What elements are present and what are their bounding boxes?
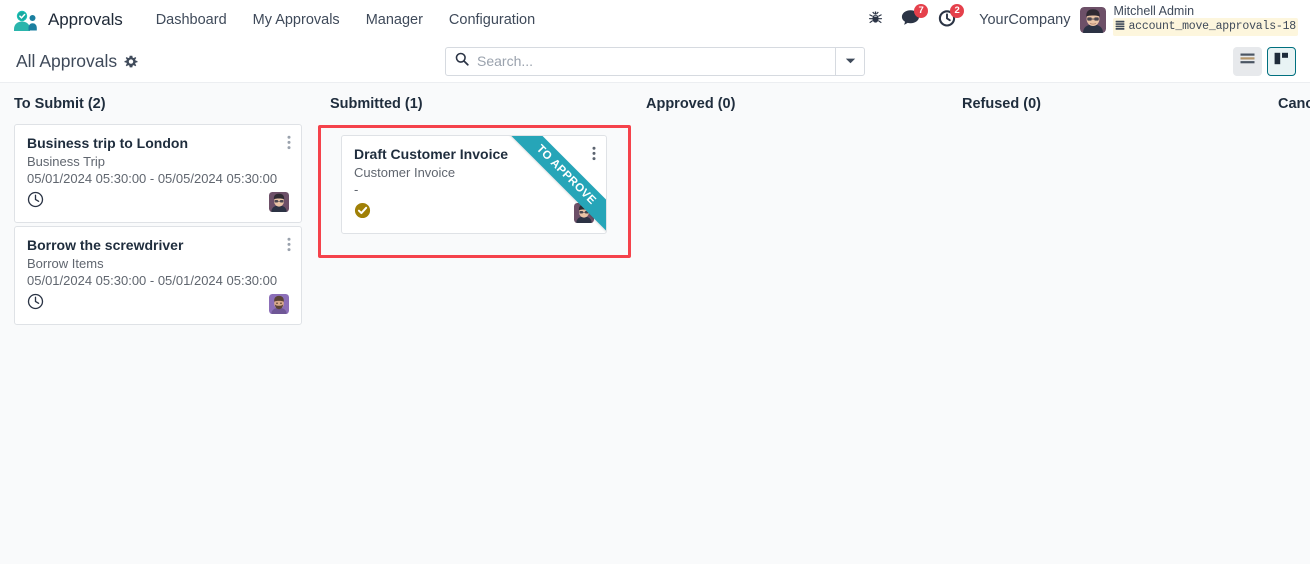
search-icon [455, 52, 469, 71]
card-title: Draft Customer Invoice [354, 146, 509, 162]
menu-item-dashboard[interactable]: Dashboard [143, 6, 240, 34]
bug-icon [868, 10, 883, 30]
kanban-column-submitted: Submitted (1) TO APPROVE Draft Customer … [316, 83, 632, 564]
user-menu[interactable]: Mitchell Admin account_move_approvals-18 [1080, 4, 1300, 36]
kanban-view: To Submit (2) Business trip to London Bu… [0, 83, 1310, 564]
kanban-card-borrow-the-screwdriver[interactable]: Borrow the screwdriver Borrow Items 05/0… [14, 226, 302, 325]
view-switcher [1233, 46, 1296, 76]
messages-counter-badge: 7 [914, 4, 929, 18]
user-name-label: Mitchell Admin [1113, 4, 1195, 19]
clock-icon [27, 191, 44, 213]
column-header-submitted[interactable]: Submitted (1) [330, 93, 618, 124]
column-header-refused[interactable]: Refused (0) [962, 93, 1250, 124]
list-view-icon [1239, 51, 1256, 71]
menu-item-manager[interactable]: Manager [353, 6, 436, 34]
kebab-menu-icon[interactable] [590, 144, 598, 168]
kanban-card-draft-customer-invoice[interactable]: TO APPROVE Draft Customer Invoice Custom… [341, 135, 607, 234]
card-footer [354, 202, 594, 224]
top-navbar: Approvals Dashboard My Approvals Manager… [0, 0, 1310, 40]
column-header-to-submit[interactable]: To Submit (2) [14, 93, 302, 124]
mitchell-admin-avatar[interactable] [574, 203, 594, 223]
kanban-view-button[interactable] [1267, 46, 1296, 76]
approvals-logo-icon [10, 7, 40, 33]
card-footer [27, 293, 289, 315]
activities-counter-badge: 2 [950, 4, 965, 18]
database-icon [1115, 18, 1125, 36]
app-brand-label: Approvals [48, 10, 123, 29]
company-switcher[interactable]: YourCompany [965, 12, 1080, 28]
search-placeholder-text: Search... [477, 53, 534, 69]
card-title: Business trip to London [27, 135, 188, 151]
menu-item-my-approvals[interactable]: My Approvals [240, 6, 353, 34]
card-category: Business Trip [27, 154, 106, 169]
card-category: Borrow Items [27, 256, 104, 271]
list-view-button[interactable] [1233, 46, 1262, 76]
gear-icon[interactable] [124, 53, 138, 69]
user-info: Mitchell Admin account_move_approvals-18 [1113, 4, 1298, 36]
kanban-column-cancelled: Cancelled (0) [1264, 83, 1310, 564]
database-chip: account_move_approvals-18 [1113, 18, 1298, 36]
mitchell-admin-avatar[interactable] [269, 192, 289, 212]
search-view[interactable]: Search... [445, 46, 865, 76]
column-header-approved[interactable]: Approved (0) [646, 93, 934, 124]
column-header-cancelled[interactable]: Cancelled (0) [1278, 93, 1310, 124]
check-circle-icon [354, 202, 371, 224]
database-name-label: account_move_approvals-18 [1128, 19, 1296, 33]
page-title: All Approvals [16, 50, 118, 71]
card-title: Borrow the screwdriver [27, 237, 184, 253]
navbar-right-zone: 7 2 YourCompany Mitchell Admin account_m… [859, 4, 1300, 36]
card-date-range: 05/01/2024 05:30:00 - 05/01/2024 05:30:0… [27, 273, 278, 288]
debug-menu-button[interactable] [859, 5, 892, 35]
kebab-menu-icon[interactable] [285, 133, 293, 157]
user-avatar [1080, 7, 1107, 33]
clock-icon [27, 293, 44, 315]
kanban-column-approved: Approved (0) [632, 83, 948, 564]
card-date-range: 05/01/2024 05:30:00 - 05/05/2024 05:30:0… [27, 171, 278, 186]
kanban-view-icon [1273, 51, 1290, 71]
kanban-card-business-trip-to-london[interactable]: Business trip to London Business Trip 05… [14, 124, 302, 223]
card-category: Customer Invoice [354, 165, 456, 180]
kanban-columns: To Submit (2) Business trip to London Bu… [0, 83, 1310, 564]
main-menu: Dashboard My Approvals Manager Configura… [143, 6, 548, 34]
app-brand-approvals[interactable]: Approvals [8, 7, 129, 33]
search-dropdown-toggle[interactable] [835, 47, 864, 75]
kebab-menu-icon[interactable] [285, 235, 293, 259]
card-date-range: - [354, 182, 359, 197]
control-panel: All Approvals Search... [0, 40, 1310, 83]
marc-demo-avatar[interactable] [269, 294, 289, 314]
kanban-column-refused: Refused (0) [948, 83, 1264, 564]
menu-item-configuration[interactable]: Configuration [436, 6, 548, 34]
messages-button[interactable]: 7 [892, 4, 929, 35]
breadcrumb: All Approvals [16, 51, 138, 72]
card-footer [27, 191, 289, 213]
search-input[interactable]: Search... [446, 48, 835, 75]
chevron-down-icon [845, 52, 856, 70]
kanban-column-to-submit: To Submit (2) Business trip to London Bu… [0, 83, 316, 564]
activities-button[interactable]: 2 [929, 4, 965, 35]
